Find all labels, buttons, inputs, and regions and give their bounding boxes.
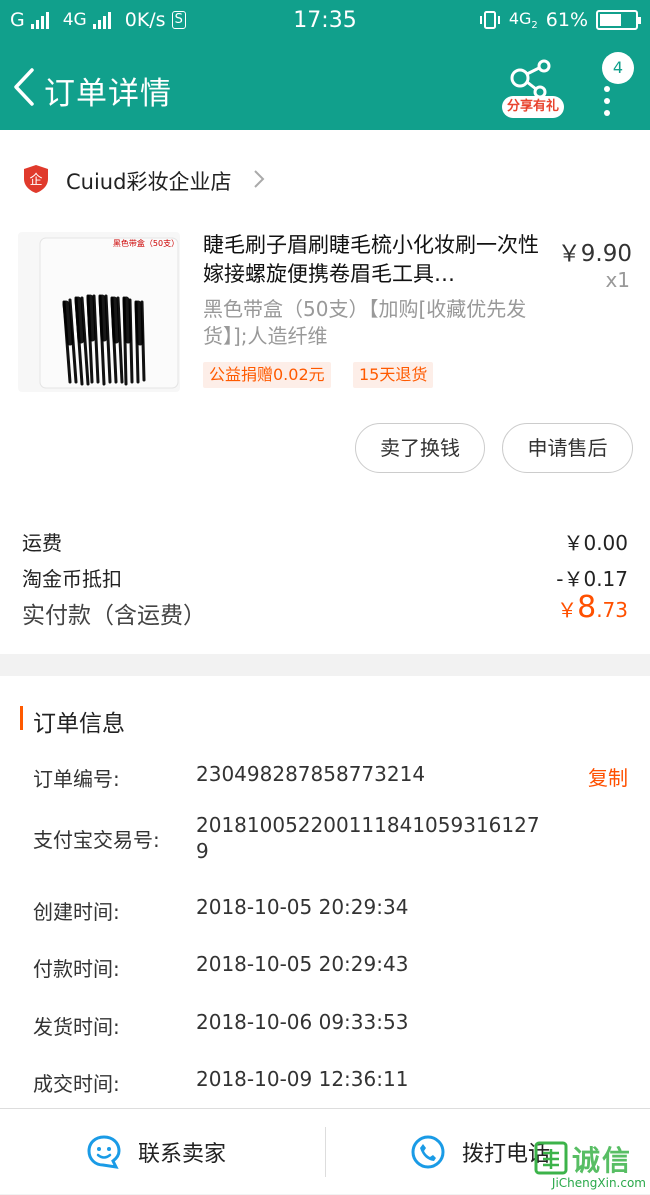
product-sku: 黑色带盒（50支）【加购[收藏优先发货】];人造纤维 [203,297,527,348]
page-title: 订单详情 [44,76,172,112]
shipping-fee-row: 运费 ￥0.00 [22,527,628,556]
chat-smile-icon [87,1135,121,1169]
completed-time-value: 2018-10-09 12:36:11 [196,1067,409,1091]
paid-label: 实付款（含运费） [22,603,206,629]
section-accent-bar [20,706,23,730]
network-label: 4G [508,9,532,28]
coin-deduction-row: 淘金币抵扣 -￥0.17 [22,563,628,592]
return-policy-tag: 15天退货 [353,362,434,388]
product-price: ￥9.90 [557,241,632,267]
amount-paid-row: 实付款（含运费） ￥8.73 [22,590,628,630]
more-menu-button[interactable]: 4 [592,52,642,132]
paid-decimal: .73 [596,598,628,622]
paid-currency: ￥ [557,598,578,622]
after-sale-button[interactable]: 申请售后 [502,423,633,473]
paid-integer: 8 [577,590,597,625]
battery-percent: 61% [545,9,588,32]
shipped-time-value: 2018-10-06 09:33:53 [196,1010,409,1034]
enterprise-shield-icon: 企 [24,165,48,193]
image-label: 黑色带盒（50支） [113,238,179,248]
brush-box-image: 黑色带盒（50支） [39,237,179,389]
network-sub: 2 [531,20,538,32]
product-quantity: x1 [605,268,630,292]
phone-icon [411,1135,445,1169]
coin-label: 淘金币抵扣 [22,567,122,591]
bottom-divider [325,1127,326,1177]
charity-tag: 公益捐赠0.02元 [203,362,331,388]
paid-time-value: 2018-10-05 20:29:43 [196,952,409,976]
share-button[interactable]: 分享有礼 [500,56,566,118]
badge-char: 企 [29,172,42,188]
order-info-card: 订单信息 订单编号: 230498287858773214 复制 支付宝交易号:… [0,676,650,1116]
sell-for-cash-button[interactable]: 卖了换钱 [355,423,485,473]
alipay-trade-label: 支付宝交易号: [33,828,160,852]
completed-time-label: 成交时间: [33,1072,120,1096]
chevron-right-icon [254,170,265,188]
call-phone-button[interactable]: 拨打电话 [410,1109,550,1195]
order-number-label: 订单编号: [33,767,120,791]
share-label: 分享有礼 [502,96,564,118]
watermark-chars: 诚信 [572,1144,633,1177]
battery-fill [600,14,621,27]
battery-icon [596,10,641,31]
section-title: 订单信息 [33,711,125,737]
site-watermark: 诚信 JiChengXin.com [534,1137,650,1194]
shipping-label: 运费 [22,531,62,555]
order-item-card: 企 Cuiud彩妆企业店 黑色带盒（50支） 睫毛刷子眉刷睫毛梳小化妆刷一次性嫁… [0,130,650,654]
created-time-value: 2018-10-05 20:29:34 [196,895,409,919]
share-icon [510,59,551,99]
store-row[interactable]: 企 Cuiud彩妆企业店 [0,130,650,222]
shipped-time-label: 发货时间: [33,1015,120,1039]
coin-value: -￥0.17 [556,567,628,591]
network-type: 4G2 [509,9,538,31]
paid-time-label: 付款时间: [33,957,120,981]
vibrate-icon [479,11,500,30]
watermark-logo-icon [534,1141,568,1175]
copy-button[interactable]: 复制 [588,762,628,791]
nav-header: 订单详情 分享有礼 4 [0,44,650,130]
created-time-label: 创建时间: [33,900,120,924]
message-count-badge: 4 [602,52,634,84]
order-number-value: 230498287858773214 [196,762,426,786]
watermark-site: JiChengXin.com [551,1176,646,1190]
shipping-value: ￥0.00 [563,531,628,555]
contact-seller-label: 联系卖家 [138,1142,227,1167]
contact-seller-button[interactable]: 联系卖家 [86,1109,226,1195]
status-right: 4G2 61% [479,9,641,32]
more-dots-icon [604,86,610,122]
back-arrow-icon[interactable] [10,66,40,108]
status-bar: G 4G 0K/s S 17:35 4G2 61% [0,0,650,44]
product-title[interactable]: 睫毛刷子眉刷睫毛梳小化妆刷一次性嫁接螺旋便携卷眉毛工具… [203,231,543,289]
alipay-trade-value: 2018100522001118410593161279 [196,813,540,863]
store-name[interactable]: Cuiud彩妆企业店 [66,166,231,196]
paid-value: ￥8.73 [557,590,628,625]
product-thumbnail[interactable]: 黑色带盒（50支） [18,232,180,392]
